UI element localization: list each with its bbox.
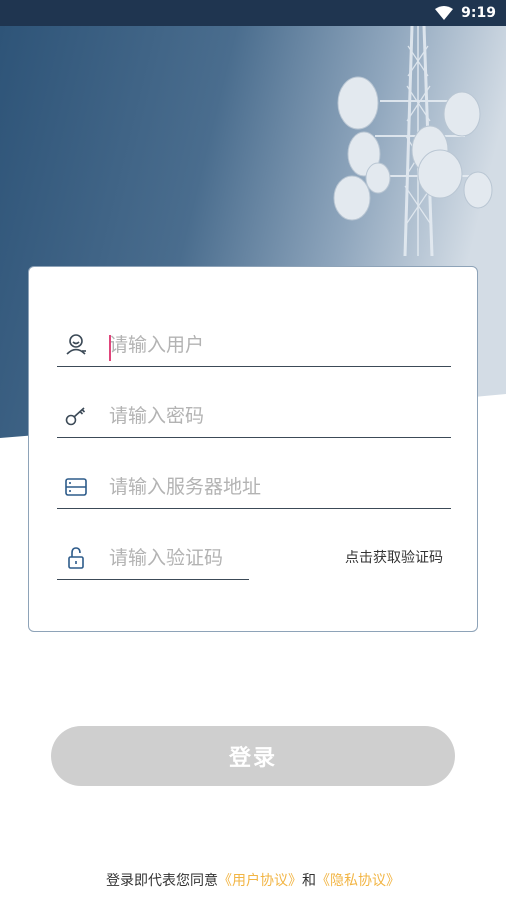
privacy-policy-link[interactable]: 《隐私协议》 xyxy=(316,873,400,889)
agreement-text: 登录即代表您同意《用户协议》和《隐私协议》 xyxy=(0,870,506,890)
password-field xyxy=(57,394,451,438)
agreement-conjunction: 和 xyxy=(302,873,316,889)
text-cursor xyxy=(109,335,111,361)
password-input[interactable] xyxy=(109,395,429,436)
username-input[interactable] xyxy=(109,324,429,365)
get-code-button[interactable]: 点击获取验证码 xyxy=(345,547,443,567)
lock-icon xyxy=(63,545,89,571)
user-icon xyxy=(63,332,89,358)
username-field xyxy=(57,323,451,367)
server-field xyxy=(57,465,451,509)
status-bar: 9:19 xyxy=(0,0,506,26)
code-field xyxy=(57,536,249,580)
server-icon xyxy=(63,474,89,500)
agreement-prefix: 登录即代表您同意 xyxy=(106,873,218,889)
code-input[interactable] xyxy=(109,537,239,578)
key-icon xyxy=(63,403,89,429)
login-button[interactable]: 登录 xyxy=(51,726,455,786)
login-screen: 9:19 请输入用户 请输入服务器地址 请输入验证码 点击获取验证码 登录 登录… xyxy=(0,0,506,900)
status-time: 9:19 xyxy=(461,5,496,21)
server-input[interactable] xyxy=(109,466,429,507)
user-agreement-link[interactable]: 《用户协议》 xyxy=(218,873,302,889)
login-card: 点击获取验证码 xyxy=(28,266,478,632)
wifi-icon xyxy=(435,6,454,20)
